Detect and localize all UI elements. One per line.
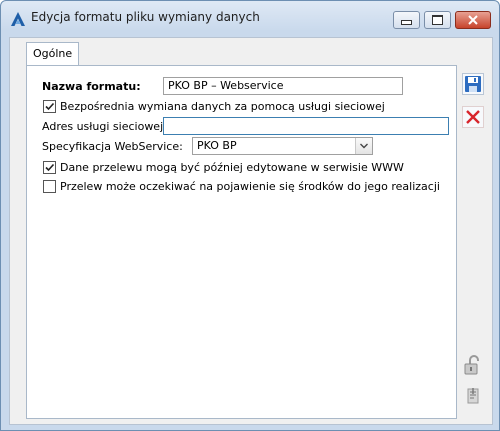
direct-exchange-label: Bezpośrednia wymiana danych za pomocą us… — [60, 100, 385, 113]
editable-transfer-label: Dane przelewu mogą być później edytowane… — [60, 161, 404, 174]
save-icon — [465, 76, 481, 92]
tab-general-label: Ogólne — [33, 47, 73, 60]
checkmark-icon — [45, 163, 55, 172]
editable-transfer-checkbox[interactable] — [43, 161, 56, 174]
cancel-button[interactable] — [462, 106, 484, 128]
format-name-input[interactable]: PKO BP – Webservice — [163, 77, 403, 95]
chevron-down-icon — [360, 143, 368, 149]
lock-button[interactable] — [462, 354, 484, 376]
webservice-spec-value: PKO BP — [197, 139, 237, 152]
service-address-input[interactable] — [163, 117, 449, 135]
lock-icon — [464, 355, 479, 375]
save-button[interactable] — [462, 73, 484, 95]
title-bar[interactable]: Edycja formatu pliku wymiany danych — [1, 1, 499, 37]
maximize-icon — [432, 15, 443, 25]
close-icon — [468, 15, 478, 25]
format-name-label: Nazwa formatu: — [42, 80, 141, 93]
webservice-spec-label: Specyfikacja WebService: — [42, 140, 183, 153]
dropdown-button[interactable] — [355, 138, 372, 154]
client-area: Ogólne Nazwa formatu: PKO BP – Webservic… — [9, 37, 493, 425]
close-button[interactable] — [455, 11, 491, 29]
maximize-button[interactable] — [424, 11, 451, 29]
wait-funds-checkbox[interactable] — [43, 180, 56, 193]
general-panel: Nazwa formatu: PKO BP – Webservice Bezpo… — [26, 65, 457, 419]
tab-general[interactable]: Ogólne — [26, 42, 80, 66]
minimize-button[interactable] — [393, 11, 420, 29]
attach-icon — [467, 388, 479, 404]
service-address-label: Adres usługi sieciowej: — [42, 120, 167, 133]
direct-exchange-checkbox[interactable] — [43, 100, 56, 113]
checkmark-icon — [45, 102, 55, 111]
window-title: Edycja formatu pliku wymiany danych — [31, 10, 260, 24]
cancel-icon — [466, 110, 480, 124]
attach-button[interactable] — [462, 385, 484, 407]
webservice-spec-select[interactable]: PKO BP — [192, 137, 373, 155]
minimize-icon — [401, 20, 412, 25]
app-window: Edycja formatu pliku wymiany danych Ogól… — [0, 0, 500, 431]
wait-funds-label: Przelew może oczekiwać na pojawienie się… — [60, 180, 440, 193]
app-logo-icon — [11, 12, 25, 26]
